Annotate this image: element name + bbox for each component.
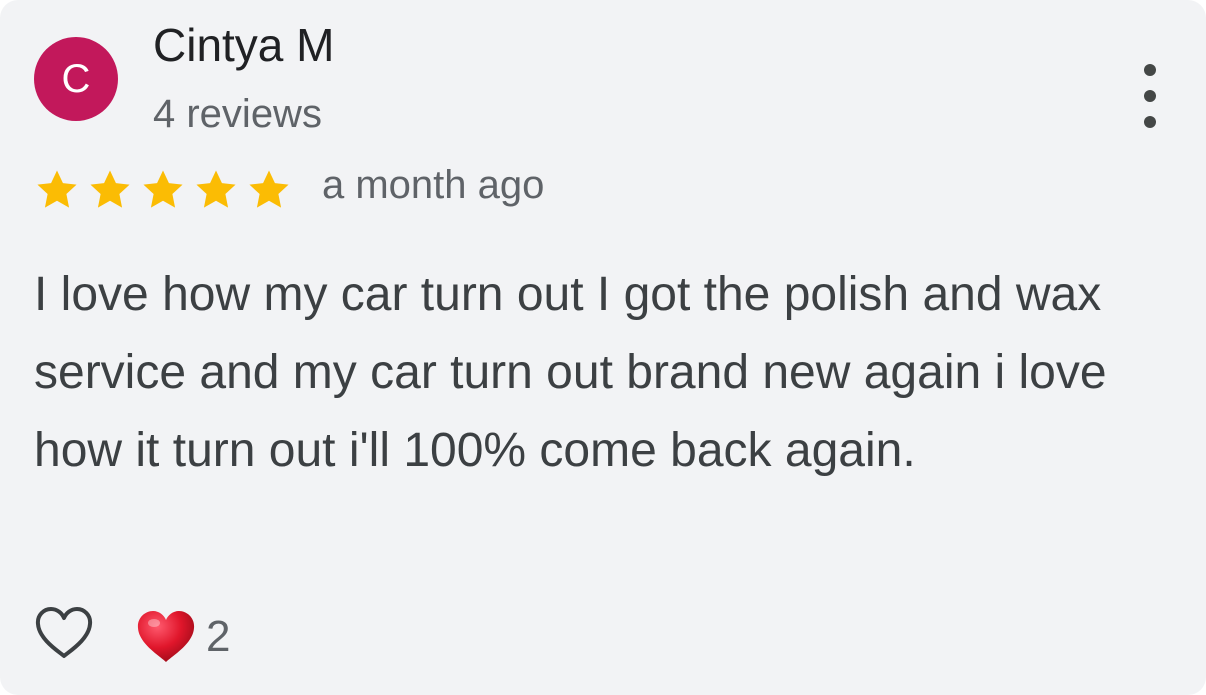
avatar-initial: C bbox=[61, 56, 91, 101]
like-button[interactable] bbox=[34, 605, 94, 661]
reviewer-name[interactable]: Cintya M bbox=[153, 18, 334, 72]
red-heart-icon bbox=[137, 611, 195, 662]
reaction-count: 2 bbox=[206, 612, 231, 661]
heart-outline-icon bbox=[35, 607, 93, 658]
more-vert-icon bbox=[1144, 64, 1156, 76]
reaction-summary[interactable]: 2 bbox=[136, 607, 230, 667]
review-time: a month ago bbox=[322, 163, 545, 207]
more-options-button[interactable] bbox=[1130, 64, 1170, 128]
star-icon bbox=[196, 170, 236, 208]
star-rating bbox=[34, 167, 299, 213]
star-icon bbox=[37, 170, 77, 208]
star-icon bbox=[249, 170, 289, 208]
more-vert-icon-dot bbox=[1144, 116, 1156, 128]
more-vert-icon-dot bbox=[1144, 90, 1156, 102]
review-count: 4 reviews bbox=[153, 92, 322, 136]
star-icon bbox=[143, 170, 183, 208]
avatar[interactable]: C bbox=[34, 37, 118, 121]
review-text: I love how my car turn out I got the pol… bbox=[34, 268, 1107, 477]
star-icon bbox=[90, 170, 130, 208]
review-card: C Cintya M 4 reviews a month ago I love … bbox=[0, 0, 1206, 695]
